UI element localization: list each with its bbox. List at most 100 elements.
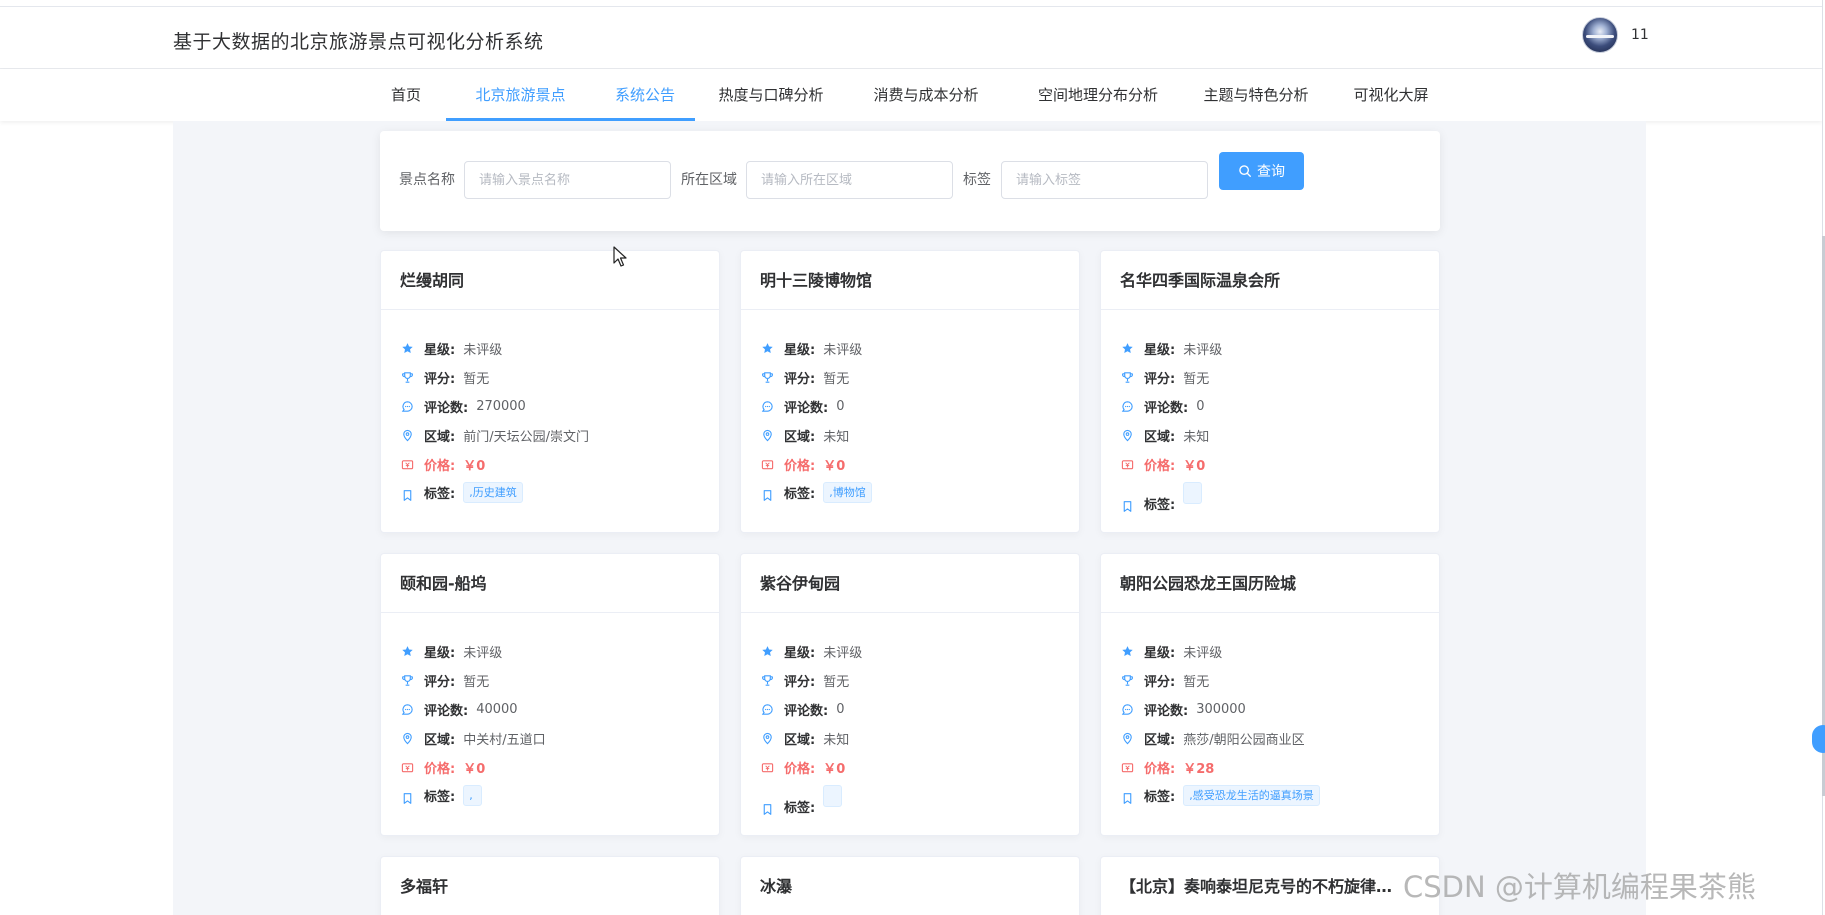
star-level-label: 星级: bbox=[1144, 646, 1176, 661]
name-input[interactable] bbox=[464, 161, 671, 199]
region-label: 区域: bbox=[424, 430, 456, 445]
region-input[interactable] bbox=[746, 161, 953, 199]
rating-row: 评分: 暂无 bbox=[760, 666, 1060, 695]
star-level-row: 星级: 未评级 bbox=[760, 334, 1060, 363]
tags-label: 标签: bbox=[424, 790, 456, 805]
rating-value: 暂无 bbox=[1183, 372, 1210, 387]
region-value: 未知 bbox=[1183, 430, 1210, 445]
review-count-value: 0 bbox=[836, 702, 845, 717]
attraction-card[interactable]: 名华四季国际温泉会所 星级: 未评级 评分: 暂无 评论数: 0 区域: 未知 价格: ￥0 标签: bbox=[1100, 250, 1440, 533]
card-title[interactable]: 【北京】奏响泰坦尼克号的不朽旋律… bbox=[1101, 857, 1439, 915]
card-body: 星级: 未评级 评分: 暂无 评论数: 0 区域: 未知 价格: ￥0 标签: bbox=[741, 613, 1079, 835]
tags-label: 标签: bbox=[1144, 498, 1176, 513]
nav-theme-analysis[interactable]: 主题与特色分析 bbox=[1191, 69, 1321, 121]
wallet-icon bbox=[400, 458, 414, 472]
price-value: ￥28 bbox=[1183, 762, 1215, 777]
star-icon bbox=[400, 645, 414, 659]
price-label: 价格: bbox=[784, 762, 816, 777]
card-title[interactable]: 朝阳公园恐龙王国历险城 bbox=[1101, 554, 1439, 613]
price-row: 价格: ￥28 bbox=[1120, 753, 1420, 782]
star-level-label: 星级: bbox=[784, 343, 816, 358]
name-label: 景点名称 bbox=[399, 172, 455, 188]
user-avatar[interactable] bbox=[1582, 17, 1618, 53]
card-body: 星级: 未评级 评分: 暂无 评论数: 40000 区域: 中关村/五道口 价格: ￥0 标签:, bbox=[381, 613, 719, 835]
nav-announcements[interactable]: 系统公告 bbox=[595, 69, 695, 121]
attraction-card[interactable]: 烂缦胡同 星级: 未评级 评分: 暂无 评论数: 270000 区域: 前门/天坛公园/崇文门价… bbox=[380, 250, 720, 533]
card-title[interactable]: 多福轩 bbox=[381, 857, 719, 915]
review-count-row: 评论数: 0 bbox=[760, 695, 1060, 724]
region-value: 燕莎/朝阳公园商业区 bbox=[1183, 733, 1305, 748]
location-icon bbox=[760, 429, 774, 443]
nav-home[interactable]: 首页 bbox=[380, 69, 432, 121]
card-title[interactable]: 明十三陵博物馆 bbox=[741, 251, 1079, 310]
price-label: 价格: bbox=[784, 459, 816, 474]
tags-label: 标签: bbox=[1144, 790, 1176, 805]
card-title[interactable]: 烂缦胡同 bbox=[381, 251, 719, 310]
attraction-card[interactable]: 明十三陵博物馆 星级: 未评级 评分: 暂无 评论数: 0 区域: 未知 价格: ￥0 标签: ,博物馆 bbox=[740, 250, 1080, 533]
trophy-icon bbox=[1120, 674, 1134, 688]
review-count-value: 270000 bbox=[476, 399, 526, 414]
bookmark-icon bbox=[1120, 791, 1134, 805]
nav-geo-analysis[interactable]: 空间地理分布分析 bbox=[1018, 69, 1178, 121]
price-row: 价格: ￥0 bbox=[760, 753, 1060, 782]
review-count-row: 评论数: 270000 bbox=[400, 392, 700, 421]
side-float-button[interactable] bbox=[1812, 725, 1825, 753]
review-count-value: 0 bbox=[1196, 399, 1205, 414]
star-level-row: 星级: 未评级 bbox=[1120, 334, 1420, 363]
star-level-value: 未评级 bbox=[1183, 343, 1223, 358]
review-count-value: 300000 bbox=[1196, 702, 1246, 717]
attraction-card[interactable]: 【北京】奏响泰坦尼克号的不朽旋律… bbox=[1100, 856, 1440, 915]
attraction-card[interactable]: 冰瀑 bbox=[740, 856, 1080, 915]
bookmark-icon bbox=[760, 802, 774, 816]
star-level-row: 星级: 未评级 bbox=[400, 334, 700, 363]
rating-label: 评分: bbox=[424, 675, 456, 690]
review-count-label: 评论数: bbox=[784, 704, 829, 719]
location-icon bbox=[760, 732, 774, 746]
wallet-icon bbox=[1120, 458, 1134, 472]
attraction-card[interactable]: 颐和园-船坞 星级: 未评级 评分: 暂无 评论数: 40000 区域: 中关村/五道口 价格: ￥… bbox=[380, 553, 720, 836]
region-value: 未知 bbox=[823, 733, 850, 748]
wallet-icon bbox=[760, 458, 774, 472]
trophy-icon bbox=[400, 674, 414, 688]
region-label: 区域: bbox=[784, 430, 816, 445]
tag-input[interactable] bbox=[1001, 161, 1208, 199]
location-icon bbox=[1120, 429, 1134, 443]
review-count-value: 40000 bbox=[476, 702, 518, 717]
card-title[interactable]: 冰瀑 bbox=[741, 857, 1079, 915]
price-value: ￥0 bbox=[463, 762, 486, 777]
card-title[interactable]: 颐和园-船坞 bbox=[381, 554, 719, 613]
region-row: 区域: 未知 bbox=[760, 421, 1060, 450]
region-value: 前门/天坛公园/崇文门 bbox=[463, 430, 589, 445]
nav-dashboard[interactable]: 可视化大屏 bbox=[1345, 69, 1437, 121]
rating-label: 评分: bbox=[1144, 675, 1176, 690]
region-value: 中关村/五道口 bbox=[463, 733, 546, 748]
wallet-icon bbox=[760, 761, 774, 775]
tags-label: 标签: bbox=[784, 487, 816, 502]
nav-attractions[interactable]: 北京旅游景点 bbox=[446, 69, 595, 121]
region-row: 区域: 燕莎/朝阳公园商业区 bbox=[1120, 724, 1420, 753]
star-level-value: 未评级 bbox=[823, 646, 863, 661]
region-label: 区域: bbox=[1144, 430, 1176, 445]
tag-label: 标签 bbox=[963, 172, 991, 188]
card-title[interactable]: 名华四季国际温泉会所 bbox=[1101, 251, 1439, 310]
nav-popularity-analysis[interactable]: 热度与口碑分析 bbox=[706, 69, 836, 121]
star-icon bbox=[1120, 645, 1134, 659]
region-row: 区域: 未知 bbox=[1120, 421, 1420, 450]
card-title[interactable]: 紫谷伊甸园 bbox=[741, 554, 1079, 613]
tags-row: 标签:, bbox=[400, 785, 700, 806]
search-button[interactable]: 查询 bbox=[1219, 152, 1304, 190]
username[interactable]: 11 bbox=[1631, 27, 1649, 43]
price-label: 价格: bbox=[424, 762, 456, 777]
attraction-card[interactable]: 紫谷伊甸园 星级: 未评级 评分: 暂无 评论数: 0 区域: 未知 价格: ￥0 标签: bbox=[740, 553, 1080, 836]
comment-icon bbox=[400, 400, 414, 414]
rating-label: 评分: bbox=[784, 372, 816, 387]
nav-consumption-analysis[interactable]: 消费与成本分析 bbox=[861, 69, 991, 121]
review-count-row: 评论数: 0 bbox=[760, 392, 1060, 421]
region-label: 区域: bbox=[784, 733, 816, 748]
attraction-card[interactable]: 朝阳公园恐龙王国历险城 星级: 未评级 评分: 暂无 评论数: 300000 区域: 燕莎/朝阳… bbox=[1100, 553, 1440, 836]
tag-badge: ,感受恐龙生活的逼真场景 bbox=[1183, 785, 1320, 806]
review-count-label: 评论数: bbox=[1144, 704, 1189, 719]
region-row: 区域: 中关村/五道口 bbox=[400, 724, 700, 753]
region-row: 区域: 未知 bbox=[760, 724, 1060, 753]
attraction-card[interactable]: 多福轩 bbox=[380, 856, 720, 915]
